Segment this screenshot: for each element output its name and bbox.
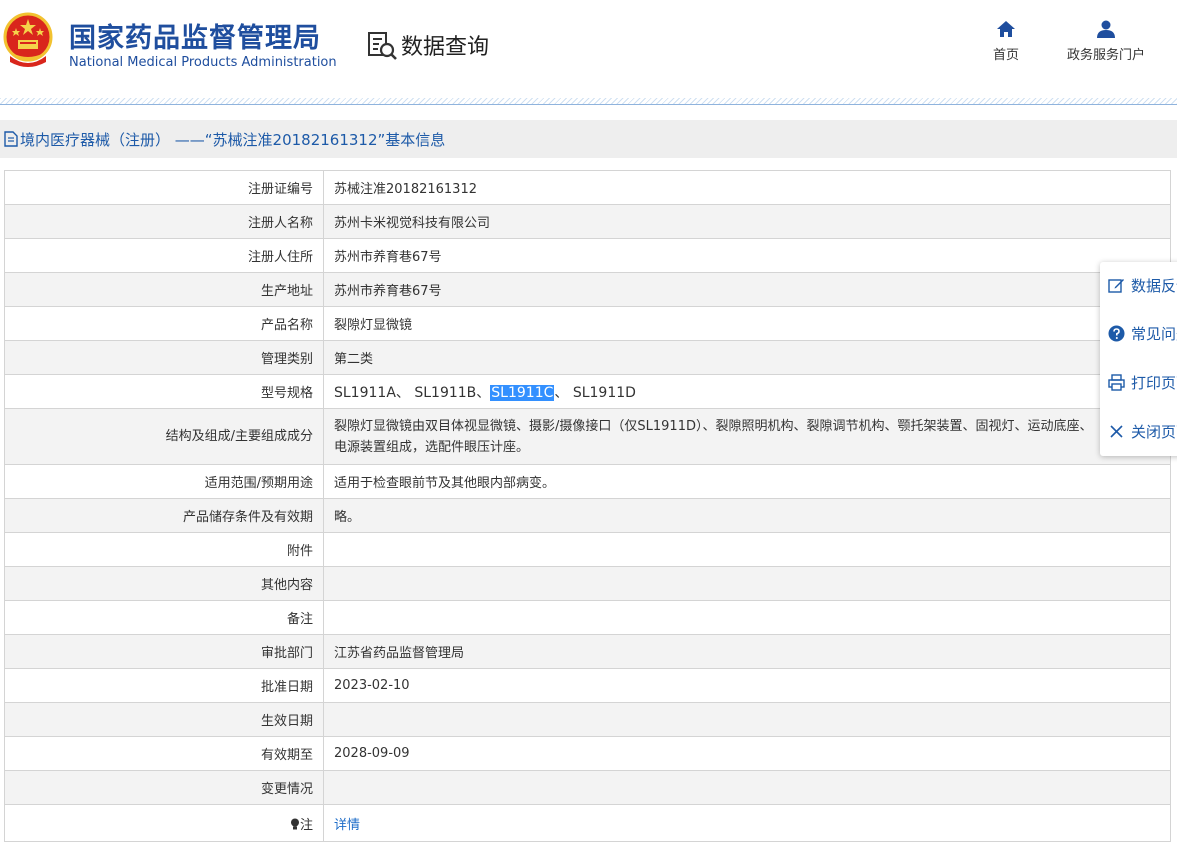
table-row: 批准日期 2023-02-10 [4,668,1171,703]
row-value [323,702,1171,737]
breadcrumb: 境内医疗器械（注册） ——“苏械注准20182161312”基本信息 [20,131,446,149]
row-value: 略。 [323,498,1171,533]
model-separator: 、 [476,384,491,401]
model-spec-value: SL1911A、 SL1911B、SL1911C、 SL1911D [323,374,1171,409]
row-label: 管理类别 [4,340,324,375]
row-label: 型号规格 [4,374,324,409]
table-row: 管理类别 第二类 [4,340,1171,375]
structure-line-2: 电源装置组成，选配件眼压计座。 [334,439,530,455]
row-label: 变更情况 [4,770,324,805]
lightbulb-icon [290,818,299,829]
row-label: 结构及组成/主要组成成分 [4,408,324,465]
table-row: 注册证编号 苏械注准20182161312 [4,170,1171,205]
document-icon [4,131,18,147]
nav-service-portal[interactable]: 政务服务门户 [1060,20,1152,63]
row-label: 其他内容 [4,566,324,601]
row-label: 注册人住所 [4,238,324,273]
model-c-selected[interactable]: SL1911C [490,384,555,401]
structure-line-1: 裂隙灯显微镜由双目体视显微镜、摄影/摄像接口（仅SL1911D）、裂隙照明机构、… [334,418,1093,434]
row-label: 批准日期 [4,668,324,703]
page-section-title: 数据查询 [401,35,490,60]
row-label: 注册人名称 [4,204,324,239]
question-icon [1108,325,1125,342]
row-value: 2028-09-09 [323,736,1171,771]
row-value: 裂隙灯显微镜 [323,306,1171,341]
table-row: 审批部门 江苏省药品监督管理局 [4,634,1171,669]
side-item-label: 常见问题 [1131,325,1177,343]
row-value: 苏州市养育巷67号 [323,272,1171,307]
table-row: 生产地址 苏州市养育巷67号 [4,272,1171,307]
table-row: 注 详情 [4,804,1171,842]
table-row: 备注 [4,600,1171,635]
data-query-icon [368,32,397,60]
model-b: SL1911B [414,384,477,401]
table-row: 附件 [4,532,1171,567]
user-icon [1097,20,1115,38]
table-row: 变更情况 [4,770,1171,805]
row-label: 附件 [4,532,324,567]
row-value: 2023-02-10 [323,668,1171,703]
row-value: 江苏省药品监督管理局 [323,634,1171,669]
info-table: 注册证编号 苏械注准20182161312 注册人名称 苏州卡米视觉科技有限公司… [4,170,1171,842]
nav-home[interactable]: 首页 [986,20,1026,63]
printer-icon [1108,374,1125,391]
nav-home-label: 首页 [992,48,1019,63]
row-label: 生效日期 [4,702,324,737]
row-value: 适用于检查眼前节及其他眼内部病变。 [323,464,1171,499]
table-row: 其他内容 [4,566,1171,601]
row-label: 审批部门 [4,634,324,669]
header-divider [0,98,1177,105]
row-value: 苏州市养育巷67号 [323,238,1171,273]
edit-icon [1108,279,1124,293]
row-value: 详情 [323,804,1171,842]
row-label: 有效期至 [4,736,324,771]
site-subtitle: National Medical Products Administration [69,55,337,70]
table-row: 产品储存条件及有效期 略。 [4,498,1171,533]
close-icon [1110,425,1123,438]
site-title: 国家药品监督管理局 [69,23,321,54]
row-label: 生产地址 [4,272,324,307]
row-label: 注册证编号 [4,170,324,205]
note-label: 注 [299,817,313,833]
nav-portal-label: 政务服务门户 [1066,48,1145,63]
table-row: 生效日期 [4,702,1171,737]
row-label: 产品储存条件及有效期 [4,498,324,533]
model-a: SL1911A [334,384,396,401]
table-row: 结构及组成/主要组成成分 裂隙灯显微镜由双目体视显微镜、摄影/摄像接口（仅SL1… [4,408,1171,465]
row-value [323,600,1171,635]
row-value: 裂隙灯显微镜由双目体视显微镜、摄影/摄像接口（仅SL1911D）、裂隙照明机构、… [323,408,1171,465]
table-row: 型号规格 SL1911A、 SL1911B、SL1911C、 SL1911D [4,374,1171,409]
model-separator: 、 [554,384,573,401]
model-d: SL1911D [572,384,636,401]
row-value [323,566,1171,601]
home-icon [997,21,1015,37]
row-label: 备注 [4,600,324,635]
row-value: 第二类 [323,340,1171,375]
table-row: 产品名称 裂隙灯显微镜 [4,306,1171,341]
side-item-label: 数据反馈 [1131,277,1177,295]
side-item-label: 关闭页面 [1131,423,1177,441]
page-header: 国家药品监督管理局 National Medical Products Admi… [0,0,1177,98]
table-row: 适用范围/预期用途 适用于检查眼前节及其他眼内部病变。 [4,464,1171,499]
details-link[interactable]: 详情 [334,818,360,833]
model-separator: 、 [395,384,415,401]
row-label: 适用范围/预期用途 [4,464,324,499]
national-emblem-icon [3,12,53,67]
row-value [323,770,1171,805]
row-label: 注 [4,804,324,842]
side-item-label: 打印页面 [1131,374,1177,392]
table-row: 有效期至 2028-09-09 [4,736,1171,771]
table-row: 注册人名称 苏州卡米视觉科技有限公司 [4,204,1171,239]
row-label: 产品名称 [4,306,324,341]
row-value [323,532,1171,567]
row-value: 苏州卡米视觉科技有限公司 [323,204,1171,239]
row-value: 苏械注准20182161312 [323,170,1171,205]
table-row: 注册人住所 苏州市养育巷67号 [4,238,1171,273]
floating-side-panel: 数据反馈 常见问题 打印页面 关闭页面 [1100,262,1177,456]
